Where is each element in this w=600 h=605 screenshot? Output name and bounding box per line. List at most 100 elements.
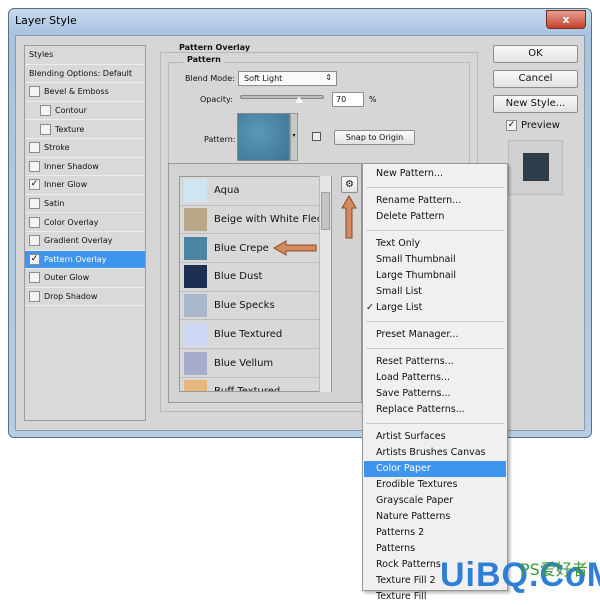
style-item[interactable]: ✓ Inner Glow <box>25 176 145 195</box>
style-item[interactable]: Contour <box>25 102 145 121</box>
style-item[interactable]: Stroke <box>25 139 145 158</box>
pattern-thumbnail[interactable] <box>237 113 290 161</box>
pattern-item[interactable]: Aqua <box>180 177 320 206</box>
menu-item-label: Grayscale Paper <box>376 495 454 506</box>
close-button[interactable]: x <box>546 10 586 29</box>
menu-item[interactable]: Replace Patterns... <box>364 402 506 418</box>
style-item[interactable]: Bevel & Emboss <box>25 83 145 102</box>
style-item[interactable]: Inner Shadow <box>25 158 145 177</box>
checkbox-icon[interactable] <box>40 123 51 135</box>
opacity-slider-handle[interactable] <box>294 96 303 103</box>
menu-item-label: Rock Patterns <box>376 559 441 570</box>
pattern-item[interactable]: Blue Vellum <box>180 349 320 378</box>
checkbox-icon[interactable] <box>29 160 40 172</box>
scrollbar-thumb[interactable] <box>321 192 330 230</box>
pattern-item[interactable]: Blue Dust <box>180 263 320 292</box>
checkbox-checked-icon[interactable]: ✓ <box>29 179 40 191</box>
menu-separator <box>366 230 504 231</box>
menu-item[interactable]: New Pattern... <box>364 166 506 182</box>
ok-button[interactable]: OK <box>493 45 578 63</box>
check-icon: ✓ <box>506 120 517 131</box>
menu-item[interactable]: Reset Patterns... <box>364 354 506 370</box>
opacity-input[interactable]: 70 <box>332 92 364 107</box>
new-preset-icon[interactable] <box>312 132 321 141</box>
menu-item[interactable]: Save Patterns... <box>364 386 506 402</box>
menu-item-label: Color Paper <box>376 463 431 474</box>
checkbox-icon[interactable] <box>29 142 40 154</box>
menu-item[interactable]: Grayscale Paper <box>364 493 506 509</box>
menu-item[interactable]: Preset Manager... <box>364 327 506 343</box>
menu-item[interactable]: Small Thumbnail <box>364 252 506 268</box>
menu-item[interactable]: Nature Patterns <box>364 509 506 525</box>
menu-item[interactable]: Artist Surfaces <box>364 429 506 445</box>
menu-item-label: Artists Brushes Canvas <box>376 447 486 458</box>
style-item[interactable]: Texture <box>25 120 145 139</box>
checkbox-icon[interactable] <box>29 272 40 284</box>
menu-separator <box>366 187 504 188</box>
menu-item[interactable]: Artists Brushes Canvas <box>364 445 506 461</box>
menu-item-label: Preset Manager... <box>376 329 459 340</box>
menu-item-label: Delete Pattern <box>376 211 445 222</box>
menu-item[interactable]: Large Thumbnail <box>364 268 506 284</box>
checkbox-icon[interactable] <box>29 216 40 228</box>
menu-item-label: Texture Fill <box>376 591 427 602</box>
menu-item-label: Reset Patterns... <box>376 356 454 367</box>
menu-item[interactable]: Load Patterns... <box>364 370 506 386</box>
pattern-name: Blue Vellum <box>214 357 274 369</box>
pattern-name: Blue Textured <box>214 328 283 340</box>
pattern-dropdown-arrow-icon[interactable]: ▾ <box>290 113 298 161</box>
style-item[interactable]: Drop Shadow <box>25 288 145 307</box>
style-item[interactable]: Blending Options: Default <box>25 65 145 84</box>
style-item[interactable]: Gradient Overlay <box>25 232 145 251</box>
checkbox-icon[interactable] <box>29 291 40 303</box>
menu-item[interactable]: Erodible Textures <box>364 477 506 493</box>
menu-item[interactable]: Color Paper <box>364 461 506 477</box>
pattern-item[interactable]: Blue Specks <box>180 292 320 321</box>
menu-item-label: Rename Pattern... <box>376 195 462 206</box>
style-item[interactable]: Color Overlay <box>25 213 145 232</box>
menu-item-label: Nature Patterns <box>376 511 451 522</box>
style-item-label: Pattern Overlay <box>44 254 107 264</box>
style-item-label: Styles <box>29 50 54 60</box>
pattern-item[interactable]: Beige with White Fleck <box>180 206 328 235</box>
menu-item[interactable]: Small List <box>364 284 506 300</box>
pattern-thumbnail <box>184 322 207 346</box>
menu-item[interactable]: Patterns 2 <box>364 525 506 541</box>
menu-item[interactable]: Text Only <box>364 236 506 252</box>
menu-item[interactable]: Patterns <box>364 541 506 557</box>
blend-mode-select[interactable]: Soft Light ⇕ <box>238 71 337 86</box>
menu-item-label: Artist Surfaces <box>376 431 446 442</box>
checkbox-checked-icon[interactable]: ✓ <box>29 253 40 265</box>
menu-item[interactable]: Rename Pattern... <box>364 193 506 209</box>
pattern-name: Beige with White Fleck <box>214 214 329 226</box>
menu-item-label: Small List <box>376 286 423 297</box>
checkbox-icon[interactable] <box>40 105 51 117</box>
pattern-list-scrollbar[interactable] <box>319 176 331 392</box>
new-style-button[interactable]: New Style... <box>493 95 578 113</box>
pattern-item[interactable]: Buff Textured <box>180 378 320 391</box>
checkbox-icon[interactable] <box>29 86 40 98</box>
pattern-thumbnail <box>184 208 207 232</box>
pattern-label: Pattern: <box>204 135 236 144</box>
menu-item-label: Save Patterns... <box>376 388 451 399</box>
pattern-item[interactable]: Blue Textured <box>180 321 320 350</box>
style-item[interactable]: Outer Glow <box>25 269 145 288</box>
preview-checkbox[interactable]: ✓ Preview <box>506 120 560 131</box>
pattern-name: Blue Dust <box>214 271 263 283</box>
menu-item[interactable]: ✓ Large List <box>364 300 506 316</box>
style-item[interactable]: ✓ Pattern Overlay <box>25 250 145 270</box>
menu-item[interactable]: Delete Pattern <box>364 209 506 225</box>
menu-item-label: Patterns <box>376 543 416 554</box>
checkbox-icon[interactable] <box>29 235 40 247</box>
style-item-label: Color Overlay <box>44 217 99 227</box>
menu-separator <box>366 423 504 424</box>
cancel-button[interactable]: Cancel <box>493 70 578 88</box>
gear-menu-button[interactable]: ⚙ <box>341 176 358 193</box>
checkbox-icon[interactable] <box>29 198 40 210</box>
snap-to-origin-button[interactable]: Snap to Origin <box>334 130 415 145</box>
style-item[interactable]: Styles <box>25 46 145 65</box>
style-item-label: Bevel & Emboss <box>44 87 109 97</box>
opacity-slider[interactable] <box>240 95 324 99</box>
style-item[interactable]: Satin <box>25 195 145 214</box>
preview-swatch <box>508 140 563 195</box>
